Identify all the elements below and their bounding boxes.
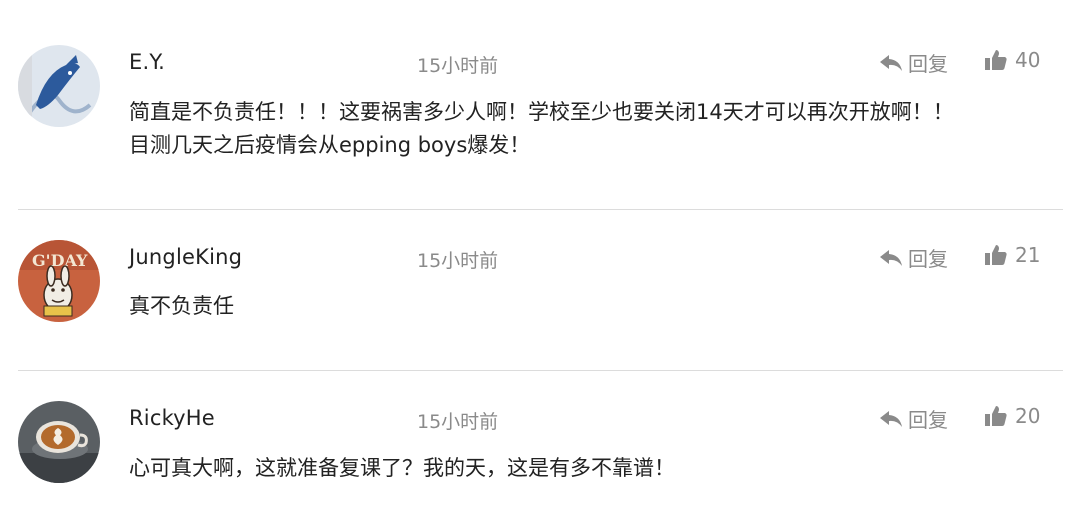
like-button[interactable]: 40 (984, 48, 1040, 72)
thumbs-up-icon (984, 404, 1008, 428)
timestamp: 15小时前 (417, 250, 499, 272)
comment-item: E.Y. 15小时前 回复 40 简直是不负责任！！！这要祸害多少人啊！学校至少… (0, 0, 1080, 210)
reply-label: 回复 (908, 247, 948, 271)
avatar[interactable]: G'DAY (18, 240, 100, 322)
reply-arrow-icon (879, 53, 903, 73)
thumbs-up-icon (984, 48, 1008, 72)
avatar[interactable] (18, 401, 100, 483)
reply-button[interactable]: 回复 (879, 404, 948, 433)
svg-text:G'DAY: G'DAY (32, 251, 88, 270)
comment-text: 简直是不负责任！！！这要祸害多少人啊！学校至少也要关闭14天才可以再次开放啊！！… (129, 100, 954, 157)
gday-cartoon-avatar-image: G'DAY (18, 240, 100, 322)
reply-arrow-icon (879, 248, 903, 268)
latte-art-avatar-image (18, 401, 100, 483)
thumbs-up-icon (984, 243, 1008, 267)
whale-painting-avatar-image (18, 45, 100, 127)
like-count: 20 (1015, 404, 1041, 428)
username[interactable]: RickyHe (129, 406, 215, 430)
reply-button[interactable]: 回复 (879, 48, 948, 77)
username[interactable]: E.Y. (129, 50, 165, 74)
username[interactable]: JungleKing (129, 245, 242, 269)
reply-arrow-icon (879, 409, 903, 429)
comment-item: G'DAY JungleKing 15小时前 回复 21 真不负责任 (0, 210, 1080, 370)
reply-label: 回复 (908, 408, 948, 432)
comment-text: 真不负责任 (129, 294, 234, 318)
timestamp: 15小时前 (417, 411, 499, 433)
comment-text: 心可真大啊，这就准备复课了？我的天，这是有多不靠谱！ (129, 456, 675, 480)
like-count: 21 (1015, 243, 1041, 267)
reply-button[interactable]: 回复 (879, 243, 948, 272)
reply-label: 回复 (908, 52, 948, 76)
timestamp: 15小时前 (417, 55, 499, 77)
like-button[interactable]: 21 (984, 243, 1040, 267)
like-button[interactable]: 20 (984, 404, 1040, 428)
comment-item: RickyHe 15小时前 回复 20 心可真大啊，这就准备复课了？我的天，这是… (0, 371, 1080, 527)
like-count: 40 (1015, 48, 1041, 72)
avatar[interactable] (18, 45, 100, 127)
